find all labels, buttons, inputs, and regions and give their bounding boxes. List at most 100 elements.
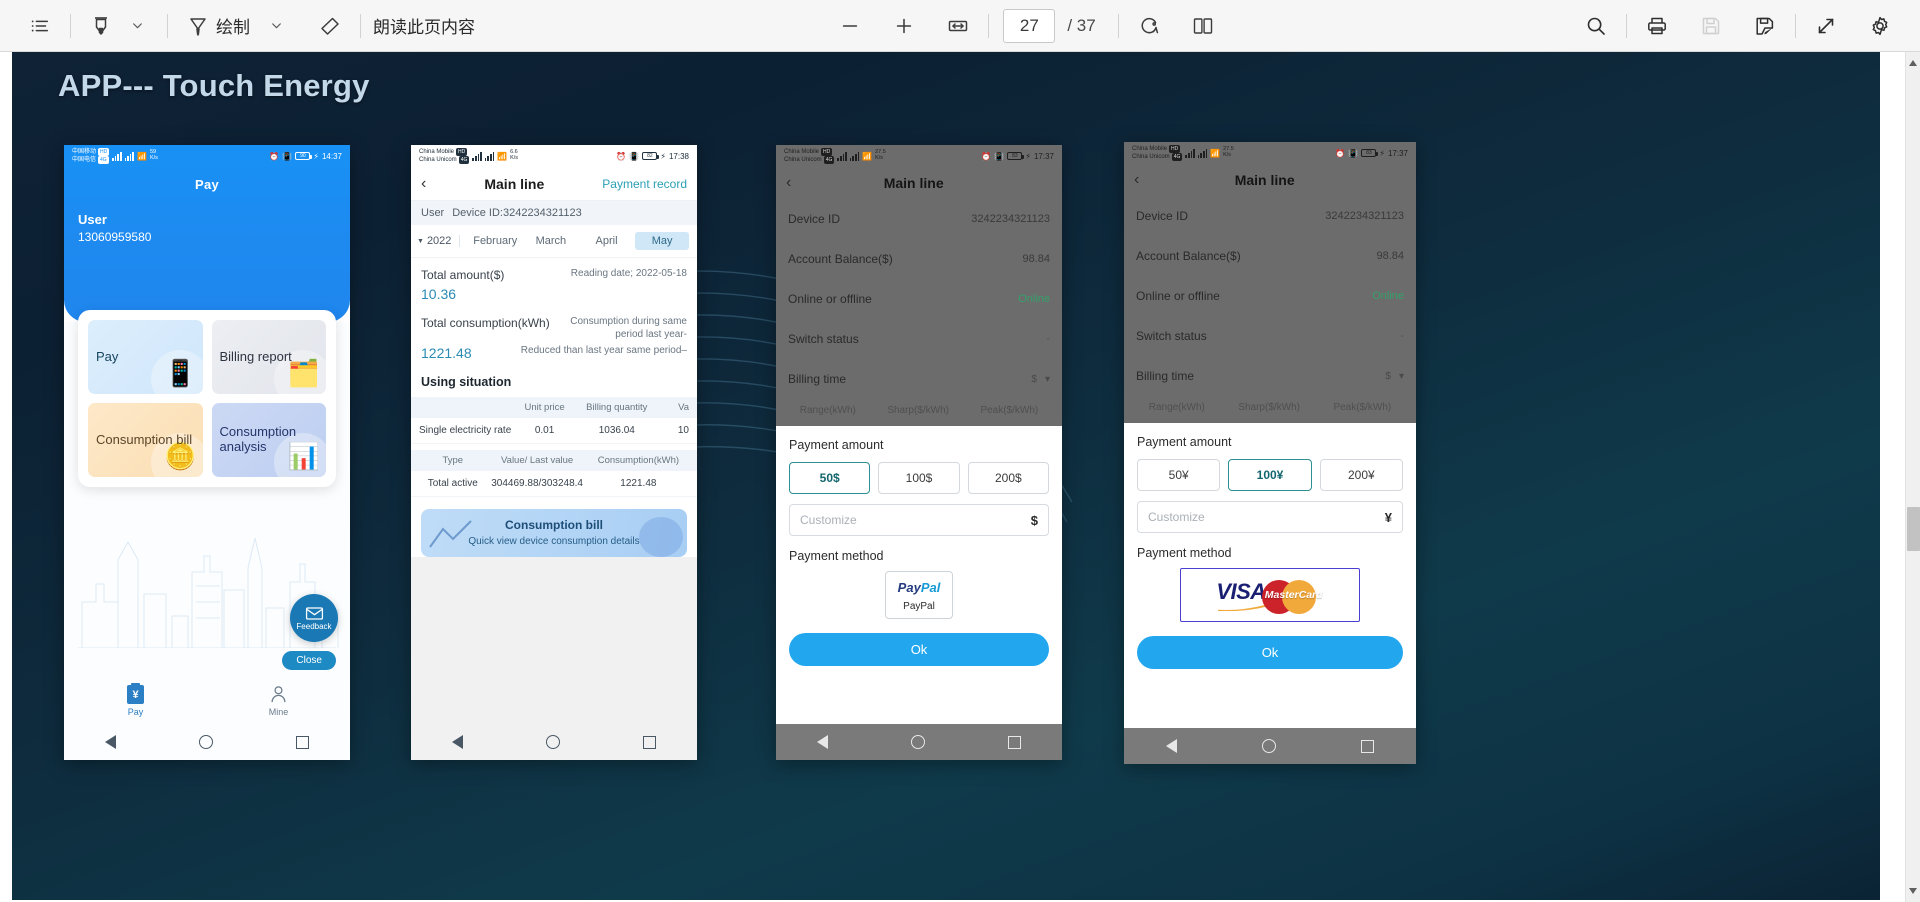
dual-page-icon[interactable] <box>1185 8 1221 44</box>
envelope-icon <box>305 606 323 620</box>
phone4-dimmed-background: China Mobile HD China Unicom 4G 📶 27.5 K… <box>1124 142 1416 423</box>
payment-modal: Payment amount 50¥ 100¥ 200¥ ¥ Payment m… <box>1124 423 1416 679</box>
rotate-icon[interactable] <box>1131 8 1167 44</box>
android-home-icon[interactable] <box>1261 739 1276 753</box>
payment-method-cards[interactable]: VISA MasterCard <box>1180 568 1360 622</box>
vertical-scrollbar[interactable] <box>1905 52 1920 902</box>
android-home-icon[interactable] <box>545 735 560 749</box>
save-icon <box>1693 8 1729 44</box>
row-online-status: Online or offline Online <box>1124 276 1416 316</box>
phone3-header: ‹ Main line <box>776 167 1062 199</box>
android-recents-icon[interactable] <box>642 735 656 749</box>
read-aloud-button[interactable]: 朗读此页内容 <box>373 13 475 38</box>
android-back-icon[interactable] <box>817 735 829 749</box>
phone4-carrier2: China Unicom <box>1132 153 1170 160</box>
billing-time-controls[interactable]: $ ▾ <box>1385 371 1404 382</box>
phone2-screen-title: Main line <box>484 175 545 192</box>
tile-consumption-bill[interactable]: Consumption bill 🪙 <box>88 403 203 477</box>
row-switch-status-value: - <box>1400 330 1404 342</box>
android-recents-icon[interactable] <box>295 735 309 749</box>
android-back-icon[interactable] <box>1166 739 1178 753</box>
ok-button[interactable]: Ok <box>1137 636 1403 669</box>
month-selector: ▼ 2022 February March April May <box>411 225 697 258</box>
total-amount-label: Total amount($) <box>421 268 505 282</box>
phone2-carrier2-tag: 4G <box>458 156 470 164</box>
android-home-icon[interactable] <box>198 735 213 749</box>
customize-amount-field[interactable]: $ <box>789 504 1049 536</box>
gear-icon[interactable] <box>1862 8 1898 44</box>
rate-col-billing-qty: Billing quantity <box>586 402 648 413</box>
battery-icon: 83 <box>1361 149 1379 157</box>
amount-option-100[interactable]: 100¥ <box>1228 459 1312 491</box>
android-back-icon[interactable] <box>452 735 464 749</box>
phone4-clock: 17:37 <box>1387 148 1408 158</box>
outline-list-icon[interactable] <box>22 8 58 44</box>
scroll-down-arrow-icon[interactable] <box>1909 888 1917 894</box>
android-recents-icon[interactable] <box>1360 739 1374 753</box>
row-device-id-label: Device ID <box>788 212 841 226</box>
phone1-tabbar: ¥ Pay Mine <box>64 678 350 724</box>
month-may[interactable]: May <box>635 232 689 250</box>
month-march[interactable]: March <box>524 232 578 250</box>
year-dropdown[interactable]: ▼ 2022 <box>417 235 451 247</box>
fit-width-icon[interactable] <box>940 8 976 44</box>
payment-record-link[interactable]: Payment record <box>602 177 687 191</box>
customize-amount-field[interactable]: ¥ <box>1137 501 1403 533</box>
month-april[interactable]: April <box>580 232 634 250</box>
customize-input[interactable] <box>800 513 1031 527</box>
row-switch-status-label: Switch status <box>1136 329 1207 343</box>
phone2-user-label: User <box>421 207 445 219</box>
feedback-button[interactable]: Feedback <box>290 594 338 642</box>
billing-time-controls[interactable]: $ ▾ <box>1031 374 1050 385</box>
tile-pay[interactable]: Pay 📱 <box>88 320 203 394</box>
rate-col-sharp: Sharp($/kWh) <box>1238 402 1300 413</box>
search-icon[interactable] <box>1578 8 1614 44</box>
close-button[interactable]: Close <box>282 651 336 670</box>
amount-option-200[interactable]: 200¥ <box>1319 459 1403 491</box>
tab-mine[interactable]: Mine <box>207 685 350 717</box>
amount-option-50[interactable]: 50¥ <box>1137 459 1221 491</box>
tile-consumption-analysis[interactable]: Consumption analysis 📊 <box>211 403 326 477</box>
row-billing-time: Billing time $ ▾ <box>1124 356 1416 396</box>
table-row: Total active 304469.88/303248.4 1221.48 <box>411 471 697 497</box>
highlighter-pen-icon[interactable] <box>83 8 119 44</box>
page-title: APP--- Touch Energy <box>58 68 370 103</box>
print-icon[interactable] <box>1639 8 1675 44</box>
phone1-carrier1-tag: HD <box>98 148 110 156</box>
zoom-out-minus-icon[interactable] <box>832 8 868 44</box>
amount-option-50[interactable]: 50$ <box>789 462 871 494</box>
rate-col-peak: Peak($/kWh) <box>980 405 1039 416</box>
phone1-carrier2: 中国电信 <box>72 156 97 163</box>
highlighter-dropdown-chevron-down-icon[interactable] <box>119 8 155 44</box>
month-february[interactable]: February <box>468 232 522 250</box>
phone1-hero: 中国移动 HD 中国电信 4G 📶 59 K/s ⏰ 📳 90 ⚡ 14:37 … <box>64 145 350 322</box>
android-recents-icon[interactable] <box>1007 735 1021 749</box>
draw-mode-label[interactable]: 绘制 <box>216 13 250 38</box>
android-back-icon[interactable] <box>105 735 117 749</box>
scrollbar-thumb[interactable] <box>1907 507 1920 551</box>
phone3-dimmed-background: China Mobile HD China Unicom 4G 📶 27.5 K… <box>776 145 1062 426</box>
tile-billing-report[interactable]: Billing report 🗂️ <box>211 320 326 394</box>
fullscreen-icon[interactable] <box>1808 8 1844 44</box>
scroll-up-arrow-icon[interactable] <box>1909 60 1917 66</box>
consumption-bill-banner[interactable]: Consumption bill Quick view device consu… <box>421 509 687 557</box>
tab-pay[interactable]: ¥ Pay <box>64 683 207 717</box>
reduced-note: Reduced than last year same period– <box>520 345 687 356</box>
draw-dropdown-chevron-down-icon[interactable] <box>258 8 294 44</box>
eraser-icon[interactable] <box>312 8 348 44</box>
android-home-icon[interactable] <box>910 735 925 749</box>
signal-bars-2-icon <box>484 151 495 161</box>
zoom-in-plus-icon[interactable] <box>886 8 922 44</box>
phone4-carrier1-tag: HD <box>1169 145 1181 153</box>
ok-button[interactable]: Ok <box>789 633 1049 666</box>
save-as-icon[interactable] <box>1747 8 1783 44</box>
phone4-header: ‹ Main line <box>1124 164 1416 196</box>
payment-method-paypal[interactable]: PayPal PayPal <box>885 571 953 619</box>
amount-option-200[interactable]: 200$ <box>967 462 1049 494</box>
customize-input[interactable] <box>1148 510 1385 524</box>
phone-payment-icon: 📱 <box>164 358 197 388</box>
feedback-label: Feedback <box>296 621 332 631</box>
page-number-input[interactable]: 27 <box>1003 8 1056 43</box>
pen-draw-icon[interactable] <box>180 8 216 44</box>
amount-option-100[interactable]: 100$ <box>878 462 960 494</box>
